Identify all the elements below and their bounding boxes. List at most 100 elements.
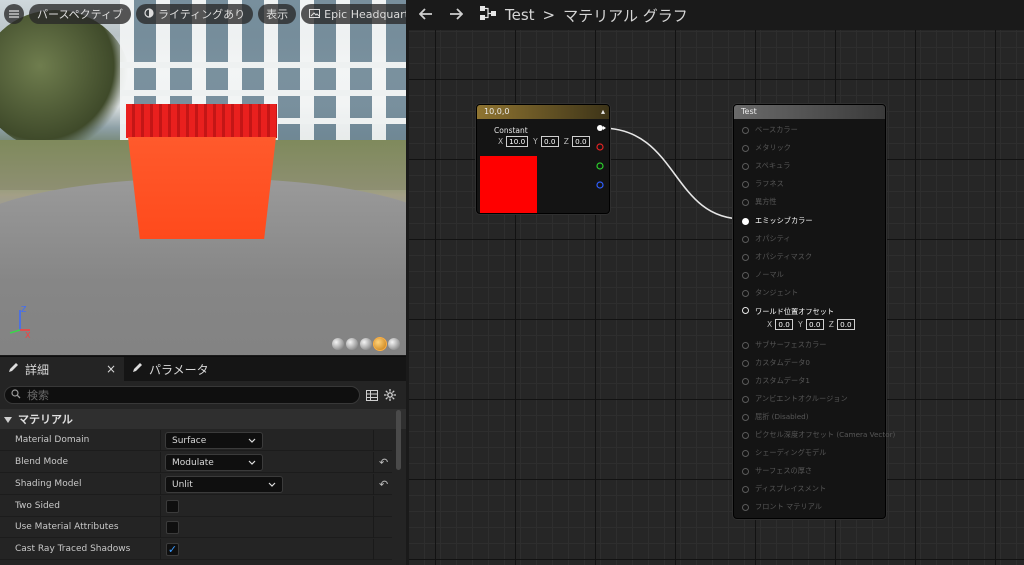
constant-node-header[interactable]: 10,0,0 ▴ <box>477 105 609 119</box>
pin-label: ベースカラー <box>755 125 798 134</box>
details-search-input[interactable]: 検索 <box>4 386 360 404</box>
input-pin[interactable] <box>742 217 749 225</box>
preview-scene-button[interactable]: Epic Headquarters <box>301 4 406 24</box>
input-pin[interactable] <box>742 271 749 279</box>
wpo-z-field[interactable]: 0.0 <box>836 319 855 330</box>
close-tab-icon[interactable]: × <box>106 362 116 376</box>
perspective-button[interactable]: パースペクティブ <box>29 4 132 24</box>
output-pin-b[interactable] <box>596 181 604 189</box>
viewport-toolbar: パースペクティブ ライティングあり 表示 Epic Headquarters <box>4 4 406 24</box>
two-sided-checkbox[interactable] <box>166 500 179 513</box>
input-pin[interactable] <box>742 431 749 439</box>
input-pin[interactable] <box>742 180 749 188</box>
constant-x-field[interactable]: 10.0 <box>506 136 529 147</box>
input-pin[interactable] <box>742 198 749 206</box>
constant-z-field[interactable]: 0.0 <box>571 136 590 147</box>
input-pin[interactable] <box>742 126 749 134</box>
material-graph-canvas[interactable]: Test > マテリアル グラフ 10,0,0 ▴ Constant X 10.0… <box>409 0 1024 565</box>
preview-viewport[interactable]: パースペクティブ ライティングあり 表示 Epic Headquarters Z… <box>0 0 406 355</box>
input-pin[interactable] <box>742 467 749 475</box>
input-pin[interactable] <box>742 413 749 421</box>
result-pin-row[interactable]: ディスプレイスメント <box>742 482 826 496</box>
result-pin-row[interactable]: ノーマル <box>742 268 784 282</box>
result-pin-row[interactable]: 屈折 (Disabled) <box>742 410 809 424</box>
tab-details[interactable]: 詳細 × <box>0 357 124 381</box>
reset-to-default-icon[interactable]: ↶ <box>379 478 388 491</box>
tree-backdrop <box>0 10 130 150</box>
result-pin-row[interactable]: 異方性 <box>742 195 777 209</box>
column-divider <box>160 539 161 560</box>
connection-wire[interactable] <box>409 0 1024 565</box>
wpo-y-field[interactable]: 0.0 <box>805 319 824 330</box>
tab-details-label: 詳細 <box>25 362 50 377</box>
result-pin-row[interactable]: カスタムデータ1 <box>742 374 810 388</box>
result-pin-row[interactable]: オパシティマスク <box>742 250 812 264</box>
collapse-chevron-icon[interactable]: ▴ <box>601 105 605 119</box>
result-pin-row[interactable]: フロント マテリアル <box>742 500 822 514</box>
material-domain-dropdown[interactable]: Surface <box>165 432 263 449</box>
shading-model-dropdown[interactable]: Unlit <box>165 476 283 493</box>
use-material-attributes-checkbox[interactable] <box>166 521 179 534</box>
wpo-x-field[interactable]: 0.0 <box>775 319 794 330</box>
input-pin[interactable] <box>742 307 749 314</box>
preview-plane-button[interactable] <box>360 338 372 350</box>
reset-to-default-icon[interactable]: ↶ <box>379 456 388 469</box>
result-pin-row[interactable]: ピクセル深度オフセット (Camera Vector) <box>742 428 895 442</box>
input-pin[interactable] <box>742 359 749 367</box>
result-pin-row[interactable]: メタリック <box>742 141 791 155</box>
material-result-node[interactable]: Test ベースカラー メタリック スペキュラ ラフネス 異方性 エミッシブカラー オパシテ… <box>733 104 895 519</box>
preview-scene-label: Epic Headquarters <box>324 7 406 21</box>
input-pin[interactable] <box>742 341 749 349</box>
result-node-header[interactable]: Test <box>734 105 885 119</box>
constant-y-field[interactable]: 0.0 <box>540 136 559 147</box>
result-pin-row[interactable]: ラフネス <box>742 177 784 191</box>
lighting-label: ライティングあり <box>158 8 246 21</box>
pin-label: 異方性 <box>755 197 777 206</box>
input-pin[interactable] <box>742 503 749 511</box>
pin-label: メタリック <box>755 143 791 152</box>
material-section-header[interactable]: マテリアル <box>0 409 406 429</box>
gear-icon[interactable] <box>384 386 396 405</box>
result-pin-row[interactable]: オパシティ <box>742 232 791 246</box>
axis-gizmo: Z X <box>9 305 31 340</box>
preview-sphere-button[interactable] <box>346 338 358 350</box>
table-view-icon[interactable] <box>366 386 378 405</box>
result-pin-row[interactable]: ベースカラー <box>742 123 798 137</box>
pin-label: スペキュラ <box>755 161 791 170</box>
pin-label: ノーマル <box>755 270 784 279</box>
result-pin-row[interactable]: シェーディングモデル <box>742 446 826 460</box>
output-pin-r[interactable] <box>596 143 604 151</box>
output-pin-g[interactable] <box>596 162 604 170</box>
output-pin-rgb[interactable] <box>597 125 603 131</box>
result-pin-row[interactable]: タンジェント <box>742 286 798 300</box>
pin-label: オパシティマスク <box>755 252 813 261</box>
preview-cube-button[interactable] <box>373 337 387 351</box>
details-scrollbar[interactable] <box>396 410 401 470</box>
input-pin[interactable] <box>742 289 749 297</box>
hamburger-icon[interactable] <box>4 4 24 24</box>
result-pin-row[interactable]: ワールド位置オフセット X 0.0 Y 0.0 Z 0.0 <box>742 307 855 330</box>
input-pin[interactable] <box>742 162 749 170</box>
preview-custom-mesh-button[interactable] <box>388 338 400 350</box>
cast-ray-traced-shadows-checkbox[interactable]: ✓ <box>166 543 179 556</box>
input-pin[interactable] <box>742 235 749 243</box>
result-pin-row[interactable]: アンビエントオクルージョン <box>742 392 848 406</box>
input-pin[interactable] <box>742 253 749 261</box>
input-pin[interactable] <box>742 377 749 385</box>
input-pin[interactable] <box>742 449 749 457</box>
result-pin-row[interactable]: カスタムデータ0 <box>742 356 810 370</box>
input-pin[interactable] <box>742 395 749 403</box>
input-pin[interactable] <box>742 485 749 493</box>
result-pin-row[interactable]: サーフェスの厚さ <box>742 464 812 478</box>
blend-mode-dropdown[interactable]: Modulate <box>165 454 263 471</box>
result-pin-row[interactable]: エミッシブカラー <box>742 214 813 228</box>
material-editor: パースペクティブ ライティングあり 表示 Epic Headquarters Z… <box>0 0 1024 565</box>
lighting-mode-button[interactable]: ライティングあり <box>136 4 254 24</box>
show-button[interactable]: 表示 <box>258 4 297 24</box>
tab-parameters[interactable]: パラメータ <box>124 357 217 381</box>
constant3vector-node[interactable]: 10,0,0 ▴ Constant X 10.0 Y 0.0 Z 0.0 <box>476 104 610 214</box>
result-pin-row[interactable]: スペキュラ <box>742 159 790 173</box>
input-pin[interactable] <box>742 144 749 152</box>
preview-cylinder-button[interactable] <box>332 338 344 350</box>
result-pin-row[interactable]: サブサーフェスカラー <box>742 338 826 352</box>
